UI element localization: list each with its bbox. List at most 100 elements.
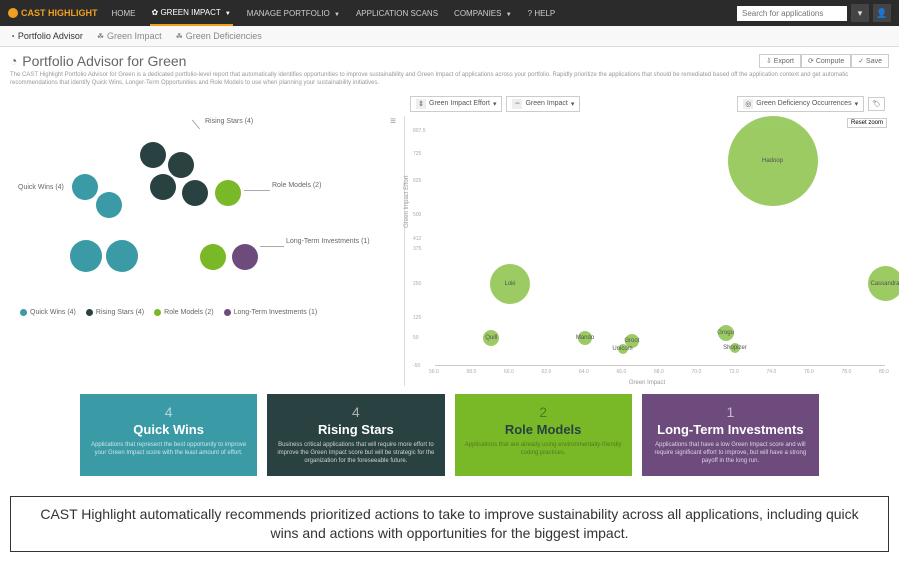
legend-role-models[interactable]: Role Models (2) — [154, 309, 213, 316]
card-title: Role Models — [463, 422, 624, 437]
card-long-term[interactable]: 1 Long-Term Investments Applications tha… — [642, 394, 819, 476]
chevron-down-icon: ▼ — [506, 12, 512, 18]
title-buttons: ⇩ Export ⟳ Compute ✓ Save — [759, 54, 889, 68]
y-axis-selector[interactable]: ⇔Green Impact ▾ — [506, 96, 580, 112]
card-count: 4 — [88, 404, 249, 420]
tab-portfolio-advisor[interactable]: ◔Portfolio Advisor — [10, 31, 83, 41]
y-tick: 500 — [413, 212, 421, 218]
x-tick: 66.0 — [617, 369, 627, 375]
axis-icon: ⇔ — [512, 99, 522, 109]
quick-wins-label: Quick Wins (4) — [18, 184, 64, 191]
x-tick: 76.0 — [804, 369, 814, 375]
chevron-down-icon: ▼ — [225, 11, 231, 17]
tab-green-impact[interactable]: ☘Green Impact — [97, 31, 162, 41]
bubble-quick-win[interactable] — [72, 174, 98, 200]
legend-quick-wins[interactable]: Quick Wins (4) — [20, 309, 76, 316]
card-count: 2 — [463, 404, 624, 420]
title-row: ◔Portfolio Advisor for Green ⇩ Export ⟳ … — [10, 53, 889, 69]
scatter-point-hadoop[interactable]: Hadoop — [728, 116, 818, 206]
card-rising-stars[interactable]: 4 Rising Stars Business critical applica… — [267, 394, 444, 476]
brand-logo-icon — [8, 8, 18, 18]
y-tick: 125 — [413, 315, 421, 321]
y-tick: 725 — [413, 151, 421, 157]
save-button[interactable]: ✓ Save — [851, 54, 889, 68]
tab-green-deficiencies[interactable]: ☘Green Deficiencies — [176, 31, 262, 41]
bubble-role-model[interactable] — [200, 244, 226, 270]
bubble-role-model[interactable] — [215, 180, 241, 206]
card-desc: Applications that represent the best opp… — [88, 441, 249, 458]
y-tick: 412 — [413, 236, 421, 242]
chart-icon: ◔ — [10, 32, 15, 41]
x-tick: 72.0 — [729, 369, 739, 375]
y-tick: 625 — [413, 178, 421, 184]
chart-controls: ⇕Green Impact Effort ▾ ⇔Green Impact ▾ ◎… — [10, 96, 889, 112]
bubble-rising-star[interactable] — [168, 152, 194, 178]
role-models-label: Role Models (2) — [272, 182, 321, 189]
scatter-point-mando[interactable]: Mando — [578, 331, 592, 345]
scatter-point-shopizer[interactable]: Shopizer — [730, 343, 740, 353]
y-tick: -50 — [413, 363, 420, 369]
compute-button[interactable]: ⟳ Compute — [801, 54, 851, 68]
nav-help[interactable]: ? HELP — [526, 2, 558, 25]
bubble-quick-win[interactable] — [96, 192, 122, 218]
nav-manage-portfolio[interactable]: MANAGE PORTFOLIO ▼ — [245, 2, 342, 25]
x-tick: 78.0 — [842, 369, 852, 375]
nav-home[interactable]: HOME — [110, 2, 138, 25]
bubble-long-term[interactable] — [232, 244, 258, 270]
card-title: Quick Wins — [88, 422, 249, 437]
bubble-rising-star[interactable] — [140, 142, 166, 168]
pie-chart-icon: ◔ — [10, 54, 17, 68]
scatter-point-cassandra[interactable]: Cassandra — [868, 266, 899, 301]
scatter-point-unicom[interactable]: Unicom — [618, 344, 628, 354]
x-tick: 62.0 — [542, 369, 552, 375]
scatter-point-quill[interactable]: Quill — [483, 330, 499, 346]
x-tick: 70.0 — [692, 369, 702, 375]
bubble-quick-win[interactable] — [106, 240, 138, 272]
plot-area[interactable]: HadoopLokiCassandraQuillMandoGrootUnicom… — [435, 120, 885, 366]
nav-companies[interactable]: COMPANIES ▼ — [452, 2, 514, 25]
card-role-models[interactable]: 2 Role Models Applications that are alre… — [455, 394, 632, 476]
y-tick: 375 — [413, 246, 421, 252]
x-tick: 68.0 — [654, 369, 664, 375]
x-axis-label: Green Impact — [629, 380, 665, 386]
y-axis-label: Green Impact Effort — [404, 175, 410, 227]
long-term-label: Long-Term Investments (1) — [286, 238, 370, 245]
x-tick: 60.0 — [504, 369, 514, 375]
tag-selector[interactable]: 🏷 — [868, 97, 885, 111]
visualization-row: ≡ Rising Stars (4) Role Models (2) Quick… — [10, 116, 889, 386]
export-button[interactable]: ⇩ Export — [759, 54, 801, 68]
leaf-icon: ☘ — [176, 32, 183, 41]
card-title: Rising Stars — [275, 422, 436, 437]
scatter-point-grogu[interactable]: Grogu — [718, 325, 734, 341]
nav-green-impact[interactable]: ✿ GREEN IMPACT ▼ — [150, 1, 233, 26]
main-content: ◔Portfolio Advisor for Green ⇩ Export ⟳ … — [0, 47, 899, 490]
top-nav: HOME ✿ GREEN IMPACT ▼ MANAGE PORTFOLIO ▼… — [110, 1, 558, 26]
help-icon: ? — [528, 9, 532, 18]
page-title: ◔Portfolio Advisor for Green — [10, 53, 186, 69]
card-quick-wins[interactable]: 4 Quick Wins Applications that represent… — [80, 394, 257, 476]
bubble-rising-star[interactable] — [150, 174, 176, 200]
x-tick: 80.0 — [879, 369, 889, 375]
sub-tabs: ◔Portfolio Advisor ☘Green Impact ☘Green … — [0, 26, 899, 47]
card-count: 1 — [650, 404, 811, 420]
tag-icon: 🏷 — [872, 100, 881, 108]
search-input[interactable] — [737, 6, 847, 21]
nav-app-scans[interactable]: APPLICATION SCANS — [354, 2, 440, 25]
size-selector[interactable]: ◎Green Deficiency Occurrences ▾ — [737, 96, 864, 112]
legend-rising-stars[interactable]: Rising Stars (4) — [86, 309, 144, 316]
axis-icon: ⇕ — [416, 99, 426, 109]
chart-menu-icon[interactable]: ≡ — [390, 116, 396, 127]
summary-cards: 4 Quick Wins Applications that represent… — [10, 386, 889, 484]
top-right-controls: ▾ 👤 — [737, 4, 891, 22]
filter-icon[interactable]: ▾ — [851, 4, 869, 22]
x-axis-selector[interactable]: ⇕Green Impact Effort ▾ — [410, 96, 502, 112]
brand-logo-text: CAST HIGHLIGHT — [8, 8, 98, 19]
y-tick: 50 — [413, 335, 419, 341]
bubble-quick-win[interactable] — [70, 240, 102, 272]
scatter-point-loki[interactable]: Loki — [490, 264, 530, 304]
legend-long-term[interactable]: Long-Term Investments (1) — [224, 309, 318, 316]
bubble-rising-star[interactable] — [182, 180, 208, 206]
user-icon[interactable]: 👤 — [873, 4, 891, 22]
card-count: 4 — [275, 404, 436, 420]
card-desc: Applications that have a low Green Impac… — [650, 441, 811, 466]
